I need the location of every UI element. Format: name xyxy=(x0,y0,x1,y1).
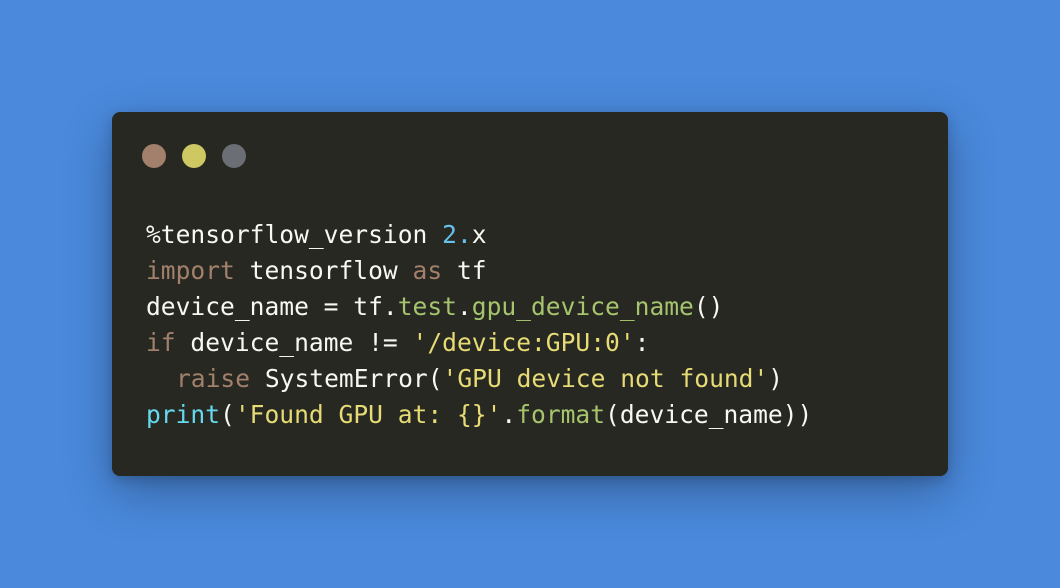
code-token-plain: ) xyxy=(768,364,784,393)
code-block: %tensorflow_version 2.x import tensorflow… xyxy=(146,217,812,433)
code-line: if device_name != '/device:GPU:0': xyxy=(146,325,812,361)
code-line: raise SystemError('GPU device not found'… xyxy=(146,361,812,397)
code-token-plain: device_name = tf. xyxy=(146,292,398,321)
close-button[interactable] xyxy=(142,144,166,168)
code-line: device_name = tf.test.gpu_device_name() xyxy=(146,289,812,325)
code-token-plain: tf xyxy=(442,256,487,285)
code-token-keyword: raise xyxy=(176,364,251,393)
code-token-builtin: print xyxy=(146,400,221,429)
code-token-number: 2. xyxy=(442,220,472,249)
minimize-button[interactable] xyxy=(182,144,206,168)
code-token-string: '/device:GPU:0' xyxy=(412,328,635,357)
code-line: import tensorflow as tf xyxy=(146,253,812,289)
zoom-button[interactable] xyxy=(222,144,246,168)
code-token-string: 'GPU device not found' xyxy=(442,364,769,393)
code-token-attribute: format xyxy=(516,400,606,429)
code-token-plain: tensorflow xyxy=(234,256,413,285)
code-token-plain: x xyxy=(471,220,487,249)
code-token-plain: ( xyxy=(220,400,235,429)
code-token-plain: () xyxy=(693,292,724,321)
code-token-plain: SystemError( xyxy=(250,364,443,393)
code-token-keyword: if xyxy=(146,328,176,357)
code-token-plain: %tensorflow_version xyxy=(146,220,443,249)
code-line: print('Found GPU at: {}'.format(device_n… xyxy=(146,397,812,433)
code-token-plain: . xyxy=(456,292,472,321)
code-token-plain: (device_name)) xyxy=(605,400,813,429)
code-token-plain: : xyxy=(634,328,650,357)
code-token-keyword: import xyxy=(146,256,235,285)
code-window: %tensorflow_version 2.x import tensorflow… xyxy=(112,112,948,476)
code-token-plain: device_name != xyxy=(175,328,413,357)
code-line: %tensorflow_version 2.x xyxy=(146,217,812,253)
code-token-attribute: test xyxy=(397,292,457,321)
code-token-string: 'Found GPU at: {}' xyxy=(234,400,502,429)
code-token-plain: . xyxy=(501,400,517,429)
code-token-attribute: gpu_device_name xyxy=(471,292,694,321)
code-token-keyword: as xyxy=(412,256,443,285)
